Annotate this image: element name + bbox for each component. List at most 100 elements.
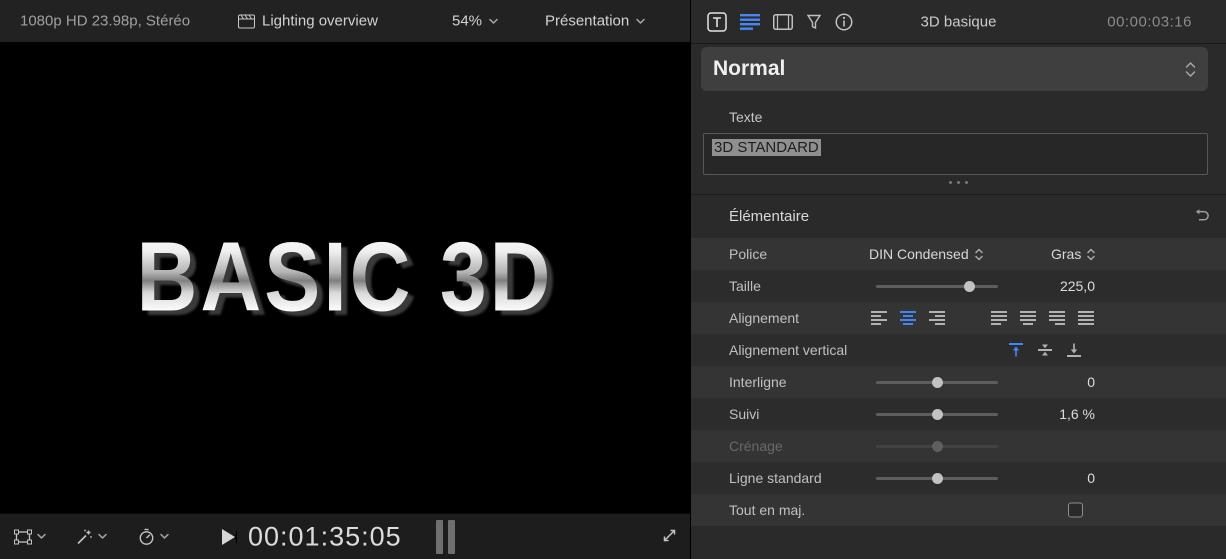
fullscreen-button[interactable] — [661, 527, 678, 547]
project-name: Lighting overview — [262, 13, 378, 30]
font-family-value: DIN Condensed — [869, 246, 969, 262]
viewer-transport-bar: 00:01:35:05 — [0, 513, 690, 559]
title-inspector-tab[interactable] — [740, 14, 760, 30]
alignement-vertical-row: Alignement vertical — [691, 334, 1226, 366]
ligne-standard-slider[interactable] — [876, 472, 998, 484]
tout-en-maj-row: Tout en maj. — [691, 494, 1226, 526]
suivi-value[interactable]: 1,6 % — [991, 406, 1095, 422]
basic-section-header: Élémentaire — [691, 194, 1226, 238]
clip-duration: 00:00:03:16 — [1107, 13, 1192, 30]
format-label: 1080p HD 23.98p, Stéréo — [20, 13, 190, 30]
zoom-value: 54% — [452, 13, 482, 30]
chevron-down-icon — [489, 18, 498, 24]
video-inspector-tab[interactable] — [773, 14, 793, 30]
inspector-tabs — [707, 12, 853, 32]
play-button[interactable] — [222, 529, 237, 545]
interligne-slider[interactable] — [876, 376, 998, 388]
justify-last-left-button[interactable] — [991, 311, 1007, 325]
police-row: Police DIN Condensed Gras — [691, 238, 1226, 270]
interligne-value[interactable]: 0 — [991, 374, 1095, 390]
viewer-pane: 1080p HD 23.98p, Stéréo Lighting overvie… — [0, 0, 690, 559]
inspector-toolbar: 3D basique 00:00:03:16 — [691, 0, 1226, 44]
chevron-down-icon — [37, 534, 46, 540]
alignement-vertical-label: Alignement vertical — [729, 342, 847, 358]
font-weight-popup[interactable]: Gras — [1051, 246, 1095, 262]
taille-slider[interactable] — [876, 280, 998, 292]
info-inspector-tab[interactable] — [835, 13, 853, 31]
info-icon — [835, 13, 853, 31]
textbox-resize-handle[interactable] — [691, 178, 1226, 188]
project-indicator: Lighting overview — [238, 13, 378, 30]
chevron-down-icon — [160, 534, 169, 540]
vertical-alignment-buttons — [1009, 343, 1081, 357]
clapperboard-icon — [238, 14, 255, 28]
updown-chevrons-icon — [1087, 248, 1095, 261]
taille-label: Taille — [729, 278, 761, 294]
effects-tools-menu[interactable] — [76, 528, 107, 545]
funnel-icon — [806, 14, 822, 30]
taille-row: Taille 225,0 — [691, 270, 1226, 302]
alignment-buttons — [871, 311, 1094, 325]
align-center-button[interactable] — [900, 311, 916, 325]
chevron-down-icon — [98, 534, 107, 540]
canvas-title: BASIC 3D BASIC 3D — [137, 222, 554, 335]
valign-center-button[interactable] — [1038, 343, 1052, 357]
chevron-down-icon — [636, 18, 645, 24]
texte-label: Texte — [729, 109, 1226, 127]
presentation-label: Présentation — [545, 13, 629, 30]
transform-icon — [14, 529, 32, 544]
text-input[interactable]: 3D STANDARD — [703, 133, 1208, 175]
filter-inspector-tab[interactable] — [806, 14, 822, 30]
text-inspector-tab[interactable] — [707, 12, 727, 32]
updown-chevrons-icon — [1185, 61, 1196, 78]
basic-section-title: Élémentaire — [729, 208, 809, 225]
video-frame-icon — [773, 14, 793, 30]
justify-all-button[interactable] — [1078, 311, 1094, 325]
transform-tools-menu[interactable] — [14, 529, 46, 544]
text-t-icon — [707, 12, 727, 32]
updown-chevrons-icon — [975, 248, 983, 261]
suivi-slider[interactable] — [876, 408, 998, 420]
clip-name: 3D basique — [921, 13, 997, 30]
justify-last-right-button[interactable] — [1049, 311, 1065, 325]
retime-menu[interactable] — [138, 528, 169, 545]
interligne-label: Interligne — [729, 374, 787, 390]
ligne-standard-value[interactable]: 0 — [991, 470, 1095, 486]
viewer-timecode[interactable]: 00:01:35:05 — [248, 521, 402, 552]
align-right-button[interactable] — [929, 311, 945, 325]
effects-wand-icon — [76, 528, 93, 545]
blend-mode-popup[interactable]: Normal — [701, 47, 1208, 91]
valign-bottom-button[interactable] — [1067, 343, 1081, 357]
suivi-row: Suivi 1,6 % — [691, 398, 1226, 430]
crenage-row: Crénage — [691, 430, 1226, 462]
tout-en-maj-label: Tout en maj. — [729, 502, 805, 518]
crenage-label: Crénage — [729, 438, 783, 454]
police-label: Police — [729, 246, 767, 262]
taille-value[interactable]: 225,0 — [991, 278, 1095, 294]
uppercase-checkbox[interactable] — [1068, 503, 1083, 518]
align-left-button[interactable] — [871, 311, 887, 325]
interligne-row: Interligne 0 — [691, 366, 1226, 398]
font-family-popup[interactable]: DIN Condensed — [869, 246, 983, 262]
zoom-menu[interactable]: 54% — [452, 13, 498, 30]
expand-icon — [661, 527, 678, 544]
crenage-slider — [876, 440, 998, 452]
inspector-pane: 3D basique 00:00:03:16 Normal Texte 3D S… — [690, 0, 1226, 559]
ligne-standard-row: Ligne standard 0 — [691, 462, 1226, 494]
canvas-text: BASIC 3D — [137, 223, 554, 332]
valign-top-button[interactable] — [1009, 343, 1023, 357]
video-canvas: BASIC 3D BASIC 3D — [0, 43, 690, 513]
final-cut-window: 1080p HD 23.98p, Stéréo Lighting overvie… — [0, 0, 1226, 559]
alignement-label: Alignement — [729, 310, 799, 326]
retime-clock-icon — [138, 528, 155, 545]
reset-section-button[interactable] — [1195, 209, 1210, 225]
suivi-label: Suivi — [729, 406, 759, 422]
justify-last-center-button[interactable] — [1020, 311, 1036, 325]
alignement-row: Alignement — [691, 302, 1226, 334]
blend-mode-value: Normal — [713, 57, 1185, 81]
font-weight-value: Gras — [1051, 246, 1081, 262]
text-lines-icon — [740, 14, 760, 30]
presentation-menu[interactable]: Présentation — [545, 13, 645, 30]
reset-arrow-icon — [1195, 209, 1210, 222]
viewer-toolbar: 1080p HD 23.98p, Stéréo Lighting overvie… — [0, 0, 690, 43]
